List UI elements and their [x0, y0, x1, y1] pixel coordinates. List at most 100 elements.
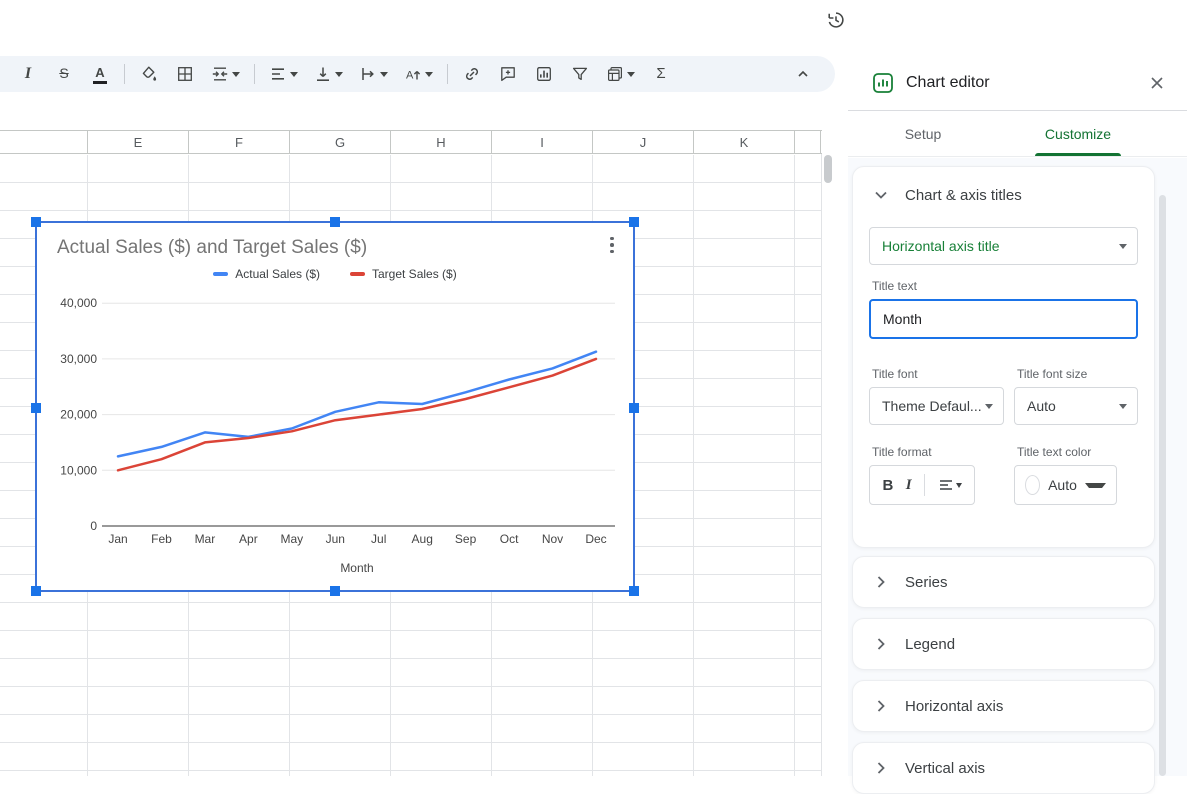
borders-icon	[176, 65, 194, 83]
x-axis-tick-label: Nov	[542, 532, 563, 546]
toolbar-divider	[254, 64, 255, 84]
italic-button[interactable]: I	[906, 477, 912, 494]
chart-menu-button[interactable]	[603, 233, 621, 257]
column-header-G[interactable]: G	[290, 131, 391, 153]
section-label: Chart & axis titles	[905, 186, 1022, 204]
section-label: Legend	[905, 635, 956, 653]
legend-label: Actual Sales ($)	[235, 267, 320, 281]
chart-resize-handle[interactable]	[31, 403, 41, 413]
chart-editor-panel: Chart editor Setup Customize Chart & axi…	[848, 0, 1187, 794]
chart-resize-handle[interactable]	[330, 217, 340, 227]
chart-resize-handle[interactable]	[31, 217, 41, 227]
toolbar-table-views-button[interactable]	[602, 60, 639, 88]
chart-resize-handle[interactable]	[629, 217, 639, 227]
insert-link-icon	[463, 65, 481, 83]
close-icon[interactable]	[1143, 69, 1171, 97]
chevron-right-icon	[871, 696, 891, 716]
axis-title-target-select[interactable]: Horizontal axis title	[869, 227, 1138, 265]
toolbar-vertical-align-button[interactable]	[310, 60, 347, 88]
toolbar-divider	[124, 64, 125, 84]
toolbar-insert-chart-button[interactable]	[530, 60, 558, 88]
title-format-label: Title format	[872, 445, 932, 459]
table-views-icon	[606, 65, 624, 83]
column-header-F[interactable]: F	[189, 131, 290, 153]
title-text-input[interactable]: Month	[869, 299, 1138, 339]
tab-setup[interactable]: Setup	[848, 111, 998, 156]
chevron-down-icon	[955, 482, 962, 488]
insert-chart-icon	[535, 65, 553, 83]
toolbar-text-rotation-button[interactable]: A	[400, 60, 437, 88]
chevron-down-icon	[627, 71, 635, 77]
chevron-down-icon	[875, 191, 887, 199]
section-horizontal-axis[interactable]: Horizontal axis	[852, 680, 1155, 732]
chevron-down-icon	[1119, 403, 1127, 409]
section-series[interactable]: Series	[852, 556, 1155, 608]
functions-icon: Σ	[656, 65, 666, 82]
column-header-row: EFGHIJK	[0, 130, 822, 154]
toolbar-borders-button[interactable]	[171, 60, 199, 88]
section-vertical-axis[interactable]: Vertical axis	[852, 742, 1155, 794]
chart-resize-handle[interactable]	[629, 403, 639, 413]
chart-editor-icon	[872, 72, 894, 94]
column-header-blank	[0, 131, 88, 153]
column-header-K[interactable]: K	[694, 131, 795, 153]
chevron-right-icon	[871, 572, 891, 592]
y-axis-tick-label: 0	[90, 519, 97, 533]
sheet-vertical-scrollbar[interactable]	[824, 155, 832, 183]
align-button[interactable]	[938, 477, 962, 493]
section-label: Horizontal axis	[905, 697, 1004, 715]
toolbar-merge-cells-button[interactable]	[207, 60, 244, 88]
tab-customize[interactable]: Customize	[998, 111, 1158, 156]
x-axis-tick-label: Mar	[195, 532, 216, 546]
vertical-align-icon	[314, 65, 332, 83]
x-axis-tick-label: Jun	[326, 532, 345, 546]
chart-title: Actual Sales ($) and Target Sales ($)	[57, 237, 368, 258]
chart-editor-title: Chart editor	[906, 74, 990, 91]
chevron-down-icon	[425, 71, 433, 77]
chart-resize-handle[interactable]	[330, 586, 340, 596]
x-axis-tick-label: Apr	[239, 532, 258, 546]
italic-icon: I	[24, 65, 32, 82]
toolbar-italic-button[interactable]: I	[14, 60, 42, 88]
title-font-size-value: Auto	[1027, 398, 1056, 414]
title-font-select[interactable]: Theme Defaul...	[869, 387, 1004, 425]
title-text-color-select[interactable]: Auto	[1014, 465, 1117, 505]
legend-swatch	[350, 272, 365, 276]
column-header-E[interactable]: E	[88, 131, 189, 153]
collapse-toolbar-button[interactable]	[789, 60, 817, 88]
title-font-size-select[interactable]: Auto	[1014, 387, 1138, 425]
toolbar-horizontal-align-button[interactable]	[265, 60, 302, 88]
chevron-down-icon	[985, 403, 993, 409]
chart-resize-handle[interactable]	[629, 586, 639, 596]
x-axis-tick-label: Aug	[412, 532, 433, 546]
toolbar-filter-button[interactable]	[566, 60, 594, 88]
section-chart-axis-titles-header[interactable]: Chart & axis titles	[853, 167, 1154, 217]
section-label: Series	[905, 573, 948, 591]
embedded-chart[interactable]: Actual Sales ($) and Target Sales ($) Ac…	[31, 217, 639, 596]
x-axis-tick-label: Jan	[108, 532, 127, 546]
toolbar-text-wrap-button[interactable]	[355, 60, 392, 88]
toolbar-text-color-button[interactable]: A	[86, 60, 114, 88]
toolbar-insert-link-button[interactable]	[458, 60, 486, 88]
title-text-color-value: Auto	[1048, 477, 1077, 493]
toolbar-functions-button[interactable]: Σ	[647, 60, 675, 88]
chevron-down-icon	[290, 71, 298, 77]
toolbar-insert-comment-button[interactable]	[494, 60, 522, 88]
section-legend[interactable]: Legend	[852, 618, 1155, 670]
toolbar-strikethrough-button[interactable]: S	[50, 60, 78, 88]
bold-button[interactable]: B	[882, 477, 893, 494]
panel-scrollbar[interactable]	[1159, 195, 1166, 776]
legend-item: Target Sales ($)	[350, 267, 457, 281]
toolbar-fill-color-button[interactable]	[135, 60, 163, 88]
column-header-I[interactable]: I	[492, 131, 593, 153]
chevron-right-icon	[871, 634, 891, 654]
column-header-J[interactable]: J	[593, 131, 694, 153]
panel-tabs: Setup Customize	[848, 111, 1187, 157]
column-header-H[interactable]: H	[391, 131, 492, 153]
chevron-down-icon	[335, 71, 343, 77]
toolbar-items: ISAAΣ	[14, 60, 675, 88]
chart-resize-handle[interactable]	[31, 586, 41, 596]
x-axis-title: Month	[340, 561, 373, 575]
collapse-toolbar-icon	[795, 66, 811, 82]
insert-comment-icon	[499, 65, 517, 83]
